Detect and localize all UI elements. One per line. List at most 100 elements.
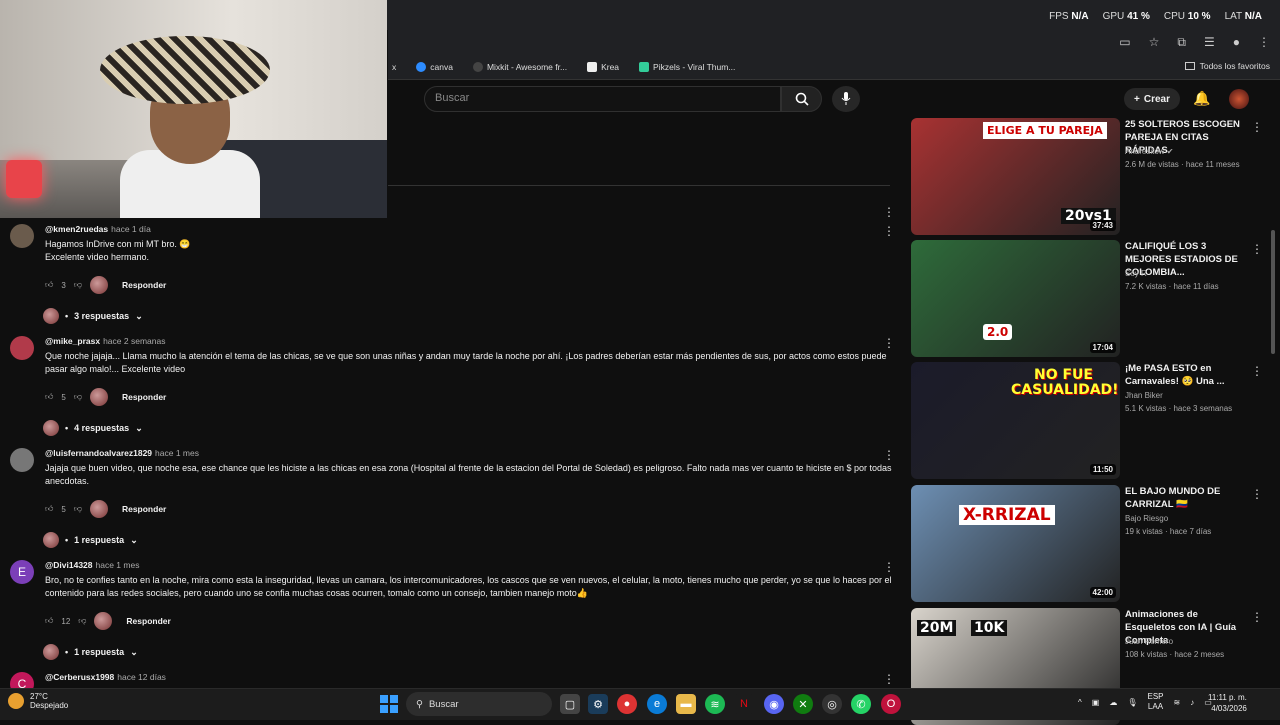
comment-author[interactable]: @Cerberusx1998 [45, 672, 114, 682]
whatsapp-icon[interactable]: ✆ [851, 694, 871, 714]
like-icon[interactable]: 👍︎ [45, 392, 53, 402]
video-title[interactable]: ¡Me PASA ESTO en Carnavales! 🥺 Una ... [1125, 362, 1247, 388]
dislike-icon[interactable]: 👎︎ [74, 392, 82, 402]
dislike-icon[interactable]: 👎︎ [74, 280, 82, 290]
channel-name[interactable]: Juan Romero [1125, 637, 1173, 646]
taskbar-search[interactable]: ⚲ Buscar [406, 692, 552, 716]
xbox-icon[interactable]: ✕ [793, 694, 813, 714]
channel-name[interactable]: Soy R [1125, 269, 1147, 278]
wifi-icon[interactable]: ≋ [1174, 698, 1181, 707]
view-replies-button[interactable]: • 1 respuesta ⌄ [43, 532, 138, 548]
commenter-avatar[interactable] [10, 448, 34, 472]
netflix-icon[interactable]: N [734, 694, 754, 714]
video-duration: 17:04 [1089, 342, 1116, 353]
chrome-icon[interactable]: ● [617, 694, 637, 714]
comment-author[interactable]: @kmen2ruedas [45, 224, 108, 234]
video-thumbnail[interactable]: ELIGE A TU PAREJA 20vs1 37:43 [911, 118, 1120, 235]
dislike-icon[interactable]: 👎︎ [74, 504, 82, 514]
bookmark-item[interactable]: canva [416, 61, 453, 72]
recommended-video[interactable]: X-RRIZAL 42:00 EL BAJO MUNDO DE CARRIZAL 🇨… [911, 485, 1263, 602]
opera-icon[interactable]: O [881, 694, 901, 714]
scrollbar[interactable] [1271, 230, 1275, 354]
onedrive-icon[interactable]: ☁ [1109, 698, 1117, 707]
video-title[interactable]: EL BAJO MUNDO DE CARRIZAL 🇨🇴 [1125, 485, 1247, 511]
star-icon[interactable]: ☆ [1149, 35, 1160, 50]
comment-time[interactable]: hace 2 semanas [103, 336, 165, 346]
commenter-avatar[interactable] [10, 224, 34, 248]
video-options-icon[interactable]: ⋮ [1251, 487, 1263, 501]
reply-button[interactable]: Responder [122, 280, 166, 290]
obs-icon[interactable]: ◎ [822, 694, 842, 714]
mixkit-icon [472, 61, 483, 72]
comment-author[interactable]: @luisfernandoalvarez1829 [45, 448, 152, 458]
comment-time[interactable]: hace 1 mes [96, 560, 140, 570]
like-icon[interactable]: 👍︎ [45, 280, 53, 290]
view-replies-button[interactable]: • 3 respuestas ⌄ [43, 308, 143, 324]
comment-options-icon[interactable]: ⋮ [883, 448, 895, 462]
chevron-up-icon[interactable]: ^ [1078, 698, 1082, 707]
recommended-video[interactable]: ELIGE A TU PAREJA 20vs1 37:43 25 SOLTEROS E… [911, 118, 1263, 235]
like-icon[interactable]: 👍︎ [45, 616, 53, 626]
comment-author[interactable]: @Divi14328 [45, 560, 93, 570]
create-button[interactable]: + Crear [1124, 88, 1180, 110]
windows-start-icon[interactable] [380, 695, 398, 713]
recommended-video[interactable]: NO FUE CASUALIDAD!! 11:50 ¡Me PASA ESTO en… [911, 362, 1263, 479]
discord-icon[interactable]: ◉ [764, 694, 784, 714]
comment-time[interactable]: hace 1 día [111, 224, 151, 234]
view-replies-button[interactable]: • 4 respuestas ⌄ [43, 420, 143, 436]
all-favorites[interactable]: Todos los favoritos [1184, 61, 1270, 71]
extensions-icon[interactable]: ⧉ [1177, 35, 1186, 50]
search-input[interactable]: Buscar [424, 86, 781, 112]
commenter-avatar[interactable]: E [10, 560, 34, 584]
reply-button[interactable]: Responder [126, 616, 170, 626]
comment-options-icon[interactable]: ⋮ [883, 672, 895, 686]
reply-button[interactable]: Responder [122, 504, 166, 514]
bookmark-item[interactable]: x [392, 62, 396, 72]
video-options-icon[interactable]: ⋮ [1251, 242, 1263, 256]
menu-icon[interactable]: ⋮ [1258, 35, 1270, 50]
video-options-icon[interactable]: ⋮ [1251, 364, 1263, 378]
edge-icon[interactable]: e [647, 694, 667, 714]
file-explorer-icon[interactable]: ▬ [676, 694, 696, 714]
voice-search-button[interactable] [832, 86, 860, 112]
video-thumbnail[interactable]: X-RRIZAL 42:00 [911, 485, 1120, 602]
comment-options-icon[interactable]: ⋮ [883, 560, 895, 574]
video-options-icon[interactable]: ⋮ [1251, 610, 1263, 624]
steam-icon[interactable]: ⚙ [588, 694, 608, 714]
bookmark-item[interactable]: Pikzels - Viral Thum... [639, 61, 735, 72]
video-thumbnail[interactable]: NO FUE CASUALIDAD!! 11:50 [911, 362, 1120, 479]
recommended-video[interactable]: 2.0 17:04 CALIFIQUÉ LOS 3 MEJORES ESTADIOS… [911, 240, 1263, 357]
volume-icon[interactable]: ♪ [1190, 698, 1194, 707]
channel-name[interactable]: Jhan Biker [1125, 391, 1163, 400]
cast-icon[interactable]: ▭ [1119, 35, 1130, 50]
dislike-icon[interactable]: 👎︎ [78, 616, 86, 626]
task-view-icon[interactable]: ▢ [560, 694, 580, 714]
microphone-icon[interactable]: 🎙 [1127, 698, 1137, 707]
language-indicator[interactable]: ESP LAA [1147, 692, 1163, 712]
channel-name[interactable]: Bajo Riesgo [1125, 514, 1168, 523]
video-thumbnail[interactable]: 2.0 17:04 [911, 240, 1120, 357]
commenter-avatar[interactable] [10, 336, 34, 360]
notifications-bell-icon[interactable]: 🔔 [1193, 90, 1210, 107]
comment-author[interactable]: @mike_prasx [45, 336, 100, 346]
view-replies-button[interactable]: • 1 respuesta ⌄ [43, 644, 138, 660]
comment-time[interactable]: hace 1 mes [155, 448, 199, 458]
comment-options-icon[interactable]: ⋮ [883, 336, 895, 350]
comment-options-icon[interactable]: ⋮ [883, 224, 895, 238]
search-button[interactable] [781, 86, 822, 112]
spotify-icon[interactable]: ≋ [705, 694, 725, 714]
like-icon[interactable]: 👍︎ [45, 504, 53, 514]
comment-time[interactable]: hace 12 días [117, 672, 166, 682]
profile-icon[interactable]: ● [1233, 35, 1240, 50]
reading-list-icon[interactable]: ☰ [1204, 35, 1215, 50]
account-avatar[interactable] [1229, 89, 1249, 109]
bookmark-item[interactable]: Krea [587, 61, 619, 72]
bookmark-item[interactable]: Mixkit - Awesome fr... [472, 61, 567, 72]
channel-name[interactable]: Andresitow ✔ [1125, 147, 1174, 156]
system-clock[interactable]: 11:11 p. m. 4/03/2026 [1208, 692, 1247, 714]
video-options-icon[interactable]: ⋮ [1251, 120, 1263, 134]
reply-button[interactable]: Responder [122, 392, 166, 402]
tray-app-icon[interactable]: ▣ [1092, 698, 1100, 707]
more-options-icon[interactable]: ⋮ [883, 205, 895, 219]
weather-widget[interactable]: 27°C Despejado [8, 692, 68, 710]
